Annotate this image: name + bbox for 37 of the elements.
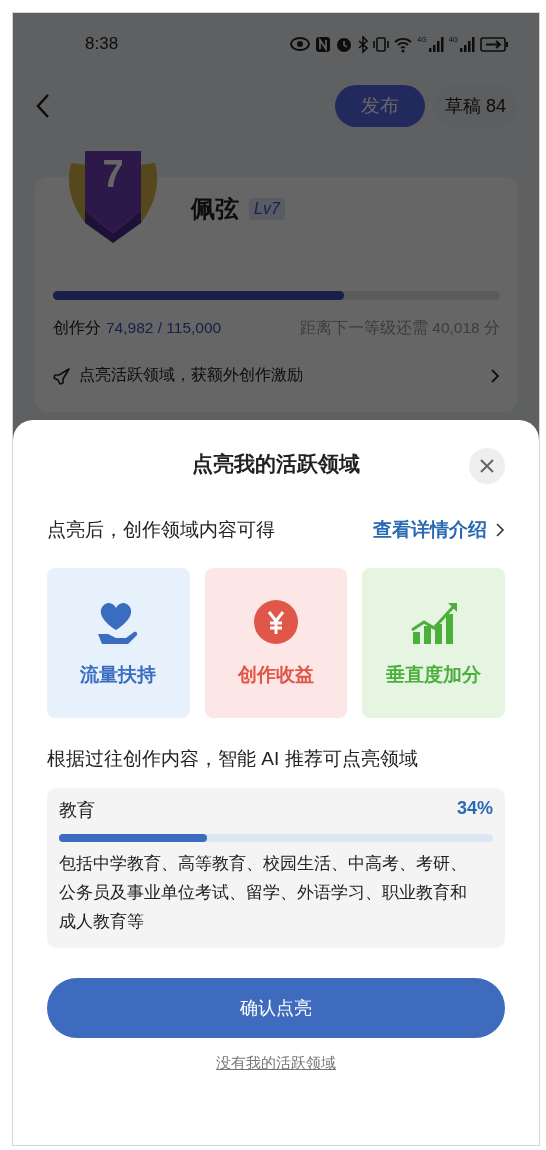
wifi-icon (394, 35, 413, 53)
confirm-button[interactable]: 确认点亮 (47, 978, 505, 1038)
benefit-label: 流量扶持 (80, 663, 157, 687)
promo-link[interactable]: 点亮活跃领域，获额外创作激励 (79, 365, 303, 386)
clock-time: 8:38 (85, 34, 119, 54)
domain-percent: 34% (456, 798, 493, 820)
sheet-title: 点亮我的活跃领域 (192, 451, 360, 477)
chevron-right-icon (495, 522, 505, 538)
close-button[interactable] (469, 448, 505, 484)
signal-icon (427, 35, 444, 53)
alarm-icon (336, 35, 353, 53)
publish-button[interactable]: 发布 (334, 85, 425, 127)
vibrate-icon (373, 35, 390, 53)
back-icon (35, 93, 51, 119)
badge-number: 7 (101, 153, 125, 196)
eye-icon (290, 36, 311, 52)
recommend-heading: 根据过往创作内容，智能 AI 推荐可点亮领域 (47, 747, 419, 771)
benefits-subtitle: 点亮后，创作领域内容可得 (47, 518, 275, 542)
benefit-label: 垂直度加分 (386, 663, 482, 687)
details-link[interactable]: 查看详情介绍 (373, 517, 505, 543)
domain-card[interactable]: 教育 34% 包括中学教育、高等教育、校园生活、中高考、考研、公务员及事业单位考试、留学、外语学习、职业教育和成人教育等 (47, 788, 505, 948)
score-value: 74,982 / 115,000 (106, 319, 222, 336)
yen-coin-icon (252, 598, 300, 646)
nfc-icon (315, 35, 332, 53)
level-tag: Lv7 (249, 198, 285, 220)
rocket-icon (53, 366, 71, 385)
username: 佩弦 (191, 194, 239, 224)
chevron-right-icon (490, 367, 500, 384)
no-domain-link[interactable]: 没有我的活跃领域 (216, 1054, 336, 1071)
close-icon (479, 458, 495, 474)
signal-icon (459, 35, 475, 53)
score-label: 创作分 (53, 319, 101, 336)
benefit-label: 创作收益 (238, 663, 314, 687)
domain-name: 教育 (59, 799, 95, 822)
battery-icon (480, 35, 509, 53)
domain-description: 包括中学教育、高等教育、校园生活、中高考、考研、公务员及事业单位考试、留学、外语学习、职业教育和成人教育等 (59, 853, 468, 933)
bluetooth-icon (357, 35, 369, 53)
